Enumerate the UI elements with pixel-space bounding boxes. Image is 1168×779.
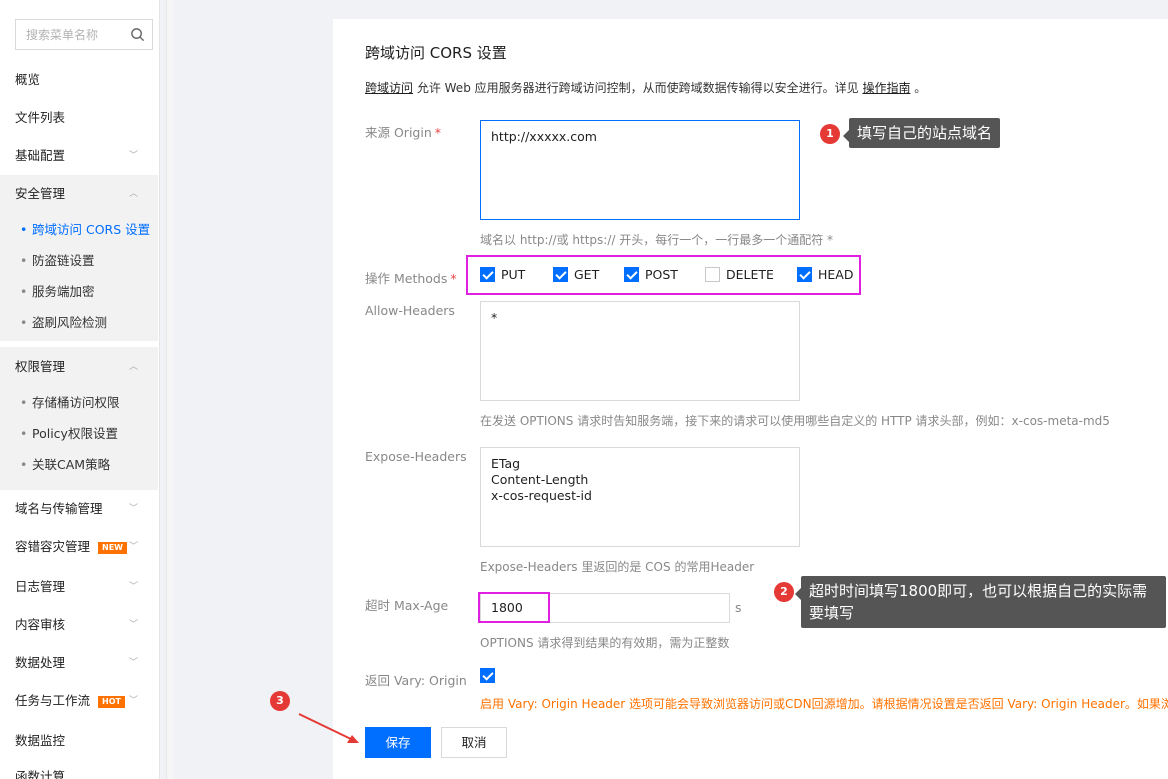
arrow-icon — [298, 713, 359, 743]
new-badge: NEW — [98, 541, 127, 554]
sidebar-item-label: 安全管理 — [15, 186, 66, 201]
expose-headers-hint: Expose-Headers 里返回的是 COS 的常用Header — [480, 560, 755, 574]
methods-label-text: 操作 Methods — [365, 271, 448, 286]
max-age-highlight-box — [478, 592, 550, 623]
sidebar-subitem-hotlink[interactable]: • 防盗链设置 — [0, 246, 158, 276]
sidebar-item-audit[interactable]: 内容审核 ﹀ — [0, 606, 158, 644]
sidebar-item-workflow[interactable]: 任务与工作流 HOT ﹀ — [0, 682, 158, 720]
marker-2: 2 — [774, 582, 794, 602]
sidebar-item-data-process[interactable]: 数据处理 ﹀ — [0, 644, 158, 682]
sidebar-item-permission[interactable]: 权限管理 ︿ — [0, 348, 158, 386]
sidebar-subitem-label: 盗刷风险检测 — [32, 315, 108, 330]
sidebar-item-disaster[interactable]: 容错容灾管理 NEW ﹀ — [0, 528, 158, 566]
sidebar-item-domain[interactable]: 域名与传输管理 ﹀ — [0, 490, 158, 528]
vary-label: 返回 Vary: Origin — [365, 673, 467, 688]
sidebar-item-label: 函数计算 — [15, 769, 66, 779]
methods-label: 操作 Methods * — [365, 271, 457, 286]
bullet-icon: • — [20, 457, 28, 472]
marker-3: 3 — [270, 691, 290, 711]
page-description: 跨域访问 允许 Web 应用服务器进行跨域访问控制，从而使跨域数据传输得以安全进… — [365, 79, 926, 96]
sidebar: 概览 文件列表 基础配置 ﹀ 安全管理 ︿ • 跨域访问 CORS 设置 • 防盗链设置… — [0, 0, 160, 779]
bullet-icon: • — [20, 315, 28, 330]
sidebar-item-security[interactable]: 安全管理 ︿ — [0, 175, 158, 213]
bullet-icon: • — [20, 222, 28, 237]
description-text: 允许 Web 应用服务器进行跨域访问控制，从而使跨域数据传输得以安全进行。详见 — [413, 81, 863, 95]
sidebar-item-label: 域名与传输管理 — [15, 501, 103, 516]
expose-headers-label: Expose-Headers — [365, 449, 467, 464]
sidebar-item-overview[interactable]: 概览 — [0, 61, 158, 99]
chevron-up-icon: ︿ — [128, 362, 138, 372]
sidebar-subitem-bucket-acl[interactable]: • 存储桶访问权限 — [0, 388, 158, 418]
allow-headers-label: Allow-Headers — [365, 303, 455, 318]
cors-form-panel: 跨域访问 CORS 设置 跨域访问 允许 Web 应用服务器进行跨域访问控制，从… — [333, 19, 1168, 779]
sidebar-scrollbar[interactable] — [166, 0, 174, 779]
sidebar-subitem-cors[interactable]: • 跨域访问 CORS 设置 — [0, 215, 158, 245]
vary-warning: 启用 Vary: Origin Header 选项可能会导致浏览器访问或CDN回… — [480, 697, 1168, 711]
sidebar-subitem-encryption[interactable]: • 服务端加密 — [0, 277, 158, 307]
sidebar-subitem-risk[interactable]: • 盗刷风险检测 — [0, 308, 158, 338]
chevron-down-icon: ﹀ — [128, 504, 138, 514]
chevron-down-icon: ﹀ — [128, 151, 138, 161]
sidebar-item-log[interactable]: 日志管理 ﹀ — [0, 568, 158, 606]
tip-1: 填写自己的站点域名 — [842, 118, 1001, 148]
marker-1: 1 — [820, 124, 840, 144]
allow-headers-hint: 在发送 OPTIONS 请求时告知服务端，接下来的请求可以使用哪些自定义的 HT… — [480, 414, 1110, 428]
sidebar-item-label: 内容审核 — [15, 617, 66, 632]
sidebar-item-label: 权限管理 — [15, 359, 66, 374]
chevron-down-icon: ﹀ — [128, 658, 138, 668]
sidebar-item-function[interactable]: 函数计算 — [0, 758, 158, 779]
origin-label: 来源 Origin * — [365, 125, 442, 140]
sidebar-item-label: 数据处理 — [15, 655, 66, 670]
page-title: 跨域访问 CORS 设置 — [365, 44, 507, 62]
vary-origin-checkbox[interactable] — [480, 668, 495, 683]
bullet-icon: • — [20, 284, 28, 299]
sidebar-item-file-list[interactable]: 文件列表 — [0, 99, 158, 137]
bullet-icon: • — [20, 253, 28, 268]
sidebar-item-label: 容错容灾管理 — [15, 539, 91, 554]
origin-label-text: 来源 Origin — [365, 125, 432, 140]
sidebar-item-label: 概览 — [15, 72, 41, 87]
cors-link[interactable]: 跨域访问 — [365, 81, 413, 95]
chevron-down-icon: ﹀ — [128, 582, 138, 592]
guide-link[interactable]: 操作指南 — [862, 81, 910, 95]
methods-highlight-box — [466, 255, 861, 295]
sidebar-item-label: 数据监控 — [15, 733, 66, 748]
max-age-unit: s — [735, 600, 742, 615]
save-button[interactable]: 保存 — [365, 727, 431, 758]
max-age-label: 超时 Max-Age — [365, 598, 449, 613]
chevron-down-icon: ﹀ — [128, 696, 138, 706]
description-end: 。 — [910, 81, 927, 95]
sidebar-subitem-label: 跨域访问 CORS 设置 — [32, 222, 151, 237]
sidebar-item-label: 基础配置 — [15, 148, 66, 163]
search-icon[interactable] — [130, 27, 145, 42]
hot-badge: HOT — [98, 695, 125, 708]
bullet-icon: • — [20, 395, 28, 410]
expose-headers-textarea[interactable]: ETag Content-Length x-cos-request-id — [480, 447, 800, 547]
sidebar-item-label: 任务与工作流 — [15, 693, 91, 708]
sidebar-subitem-cam[interactable]: • 关联CAM策略 — [0, 450, 158, 480]
origin-hint: 域名以 http://或 https:// 开头，每行一个，一行最多一个通配符 … — [480, 233, 834, 247]
sidebar-item-label: 日志管理 — [15, 579, 66, 594]
sidebar-subitem-label: Policy权限设置 — [32, 426, 118, 441]
sidebar-subitem-label: 防盗链设置 — [32, 253, 95, 268]
sidebar-subitem-label: 存储桶访问权限 — [32, 395, 120, 410]
sidebar-item-monitor[interactable]: 数据监控 — [0, 722, 158, 760]
menu-search-input[interactable] — [16, 20, 124, 49]
bullet-icon: • — [20, 426, 28, 441]
sidebar-item-basic-config[interactable]: 基础配置 ﹀ — [0, 137, 158, 175]
chevron-down-icon: ﹀ — [128, 620, 138, 630]
sidebar-subitem-label: 服务端加密 — [32, 284, 95, 299]
chevron-down-icon: ﹀ — [128, 542, 138, 552]
menu-search[interactable] — [15, 19, 153, 50]
max-age-hint: OPTIONS 请求得到结果的有效期，需为正整数 — [480, 636, 730, 650]
sidebar-subitem-label: 关联CAM策略 — [32, 457, 111, 472]
cancel-button[interactable]: 取消 — [441, 727, 507, 758]
tip-2: 超时时间填写1800即可，也可以根据自己的实际需要填写 — [795, 576, 1166, 628]
chevron-up-icon: ︿ — [128, 189, 138, 199]
sidebar-subitem-policy[interactable]: • Policy权限设置 — [0, 419, 158, 449]
origin-textarea[interactable]: http://xxxxx.com — [480, 120, 800, 220]
allow-headers-textarea[interactable]: * — [480, 301, 800, 401]
sidebar-item-label: 文件列表 — [15, 110, 66, 125]
